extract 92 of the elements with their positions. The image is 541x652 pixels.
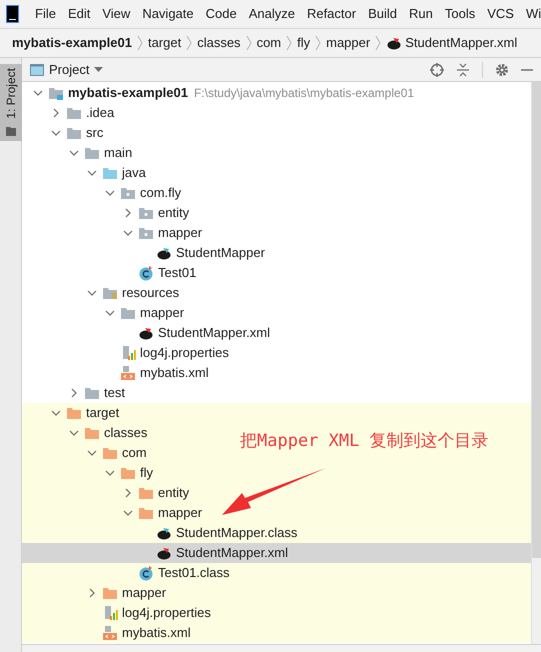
menu-item[interactable]: Analyze xyxy=(248,4,295,24)
menu-item[interactable]: Code xyxy=(206,4,237,24)
folder-icon xyxy=(102,585,118,601)
menu-item[interactable]: View xyxy=(102,4,130,24)
folder-icon xyxy=(120,305,136,321)
chevron-right-icon[interactable] xyxy=(87,588,97,598)
folder-icon xyxy=(48,85,64,101)
bird-icon xyxy=(386,35,402,51)
menu-item[interactable]: Build xyxy=(368,4,398,24)
folder-icon xyxy=(102,445,118,461)
chevron-right-icon[interactable] xyxy=(123,488,133,498)
tree-item[interactable]: mybatis-example01 F:\study\java\mybatis\mybatis-example01 xyxy=(22,83,416,103)
menu-item[interactable]: File xyxy=(35,4,56,24)
breadcrumb-item[interactable]: fly xyxy=(297,33,310,53)
tree-item[interactable]: .idea xyxy=(22,103,116,123)
chevron-right-icon[interactable] xyxy=(123,208,133,218)
bird-icon xyxy=(156,545,172,561)
menu-item[interactable]: Tools xyxy=(444,4,476,24)
breadcrumb-separator-icon xyxy=(375,35,382,51)
settings-icon[interactable] xyxy=(495,62,509,76)
code-file-icon xyxy=(120,365,136,381)
project-path: F:\study\java\mybatis\mybatis-example01 xyxy=(194,85,414,102)
breadcrumb-item[interactable]: classes xyxy=(197,33,241,53)
folder-icon xyxy=(4,124,16,137)
tree-item[interactable]: entity xyxy=(22,203,192,223)
breadcrumb-item[interactable]: StudentMapper.xml xyxy=(386,33,518,53)
collapse-all-icon[interactable] xyxy=(456,62,470,76)
menu-item[interactable]: Run xyxy=(409,4,433,24)
breadcrumb-separator-icon xyxy=(246,35,252,51)
tree-item[interactable]: resources xyxy=(22,283,182,303)
folder-icon xyxy=(102,285,118,301)
tree-item[interactable]: mapper xyxy=(22,223,204,243)
folder-icon xyxy=(66,405,82,421)
folder-icon xyxy=(138,505,154,521)
breadcrumb-separator-icon xyxy=(186,35,192,51)
breadcrumb-separator-icon xyxy=(286,35,292,51)
package-folder-icon xyxy=(138,225,154,241)
tree-item[interactable]: target xyxy=(22,403,122,423)
folder-icon xyxy=(84,145,100,161)
tree-item[interactable]: mybatis.xml xyxy=(22,363,211,383)
breadcrumb-separator-icon xyxy=(315,35,322,51)
chevron-down-icon[interactable] xyxy=(123,228,133,238)
breadcrumb-item[interactable]: mybatis-example01 xyxy=(12,33,132,53)
bird-icon xyxy=(156,245,172,261)
tree-item[interactable]: Test01 xyxy=(22,263,198,283)
menu-item[interactable]: Navigate xyxy=(142,4,194,24)
tree-item[interactable]: java xyxy=(22,163,148,183)
side-tab[interactable]: 1: Project xyxy=(0,64,22,141)
folder-icon xyxy=(66,125,82,141)
breadcrumb-separator-icon xyxy=(136,35,143,51)
class-icon xyxy=(138,265,154,281)
menu-item[interactable]: Edit xyxy=(68,4,90,24)
locate-icon[interactable] xyxy=(430,62,444,76)
package-folder-icon xyxy=(120,185,136,201)
breadcrumb-item[interactable]: target xyxy=(148,33,182,53)
folder-icon xyxy=(138,485,154,501)
package-folder-icon xyxy=(138,205,154,221)
folder-icon xyxy=(66,105,82,121)
tree-item[interactable]: src xyxy=(22,123,106,143)
class-icon xyxy=(138,565,154,581)
tree-item[interactable]: mapper xyxy=(22,303,186,323)
app-logo-icon xyxy=(6,5,19,23)
tree-item[interactable]: log4j.properties xyxy=(22,343,231,363)
tree-item[interactable]: com.fly xyxy=(22,183,184,203)
tree-item[interactable]: StudentMapper xyxy=(22,243,267,263)
code-file-icon xyxy=(102,625,118,641)
tree-item[interactable]: StudentMapper.xml xyxy=(22,323,272,343)
tree-item[interactable]: test xyxy=(22,383,127,403)
bar-chart-file-icon xyxy=(120,345,136,361)
chevron-down-icon[interactable] xyxy=(123,508,133,518)
menu-item[interactable]: VCS xyxy=(487,4,514,24)
menu-item[interactable]: Wi xyxy=(526,4,541,24)
bar-chart-file-icon xyxy=(102,605,118,621)
folder-icon xyxy=(120,465,136,481)
breadcrumb-item[interactable]: com xyxy=(256,33,282,53)
bird-icon xyxy=(156,525,172,541)
dropdown-caret-icon[interactable] xyxy=(94,66,104,72)
breadcrumb-item[interactable]: mapper xyxy=(326,33,370,53)
folder-icon xyxy=(102,165,118,181)
chevron-right-icon[interactable] xyxy=(51,108,61,118)
menu-item[interactable]: Refactor xyxy=(306,4,356,24)
tree-item[interactable]: main xyxy=(22,143,134,163)
folder-icon xyxy=(84,385,100,401)
chevron-right-icon[interactable] xyxy=(69,388,79,398)
panel-title[interactable]: Project xyxy=(49,60,90,80)
horizontal-scrollbar[interactable] xyxy=(22,644,541,652)
window-icon xyxy=(30,64,44,76)
folder-icon xyxy=(84,425,100,441)
chevron-down-icon[interactable] xyxy=(33,88,43,98)
scrollbar[interactable] xyxy=(531,82,541,644)
annotation-text: 把Mapper XML 复制到这个目录 xyxy=(240,430,489,453)
bird-icon xyxy=(138,325,154,341)
